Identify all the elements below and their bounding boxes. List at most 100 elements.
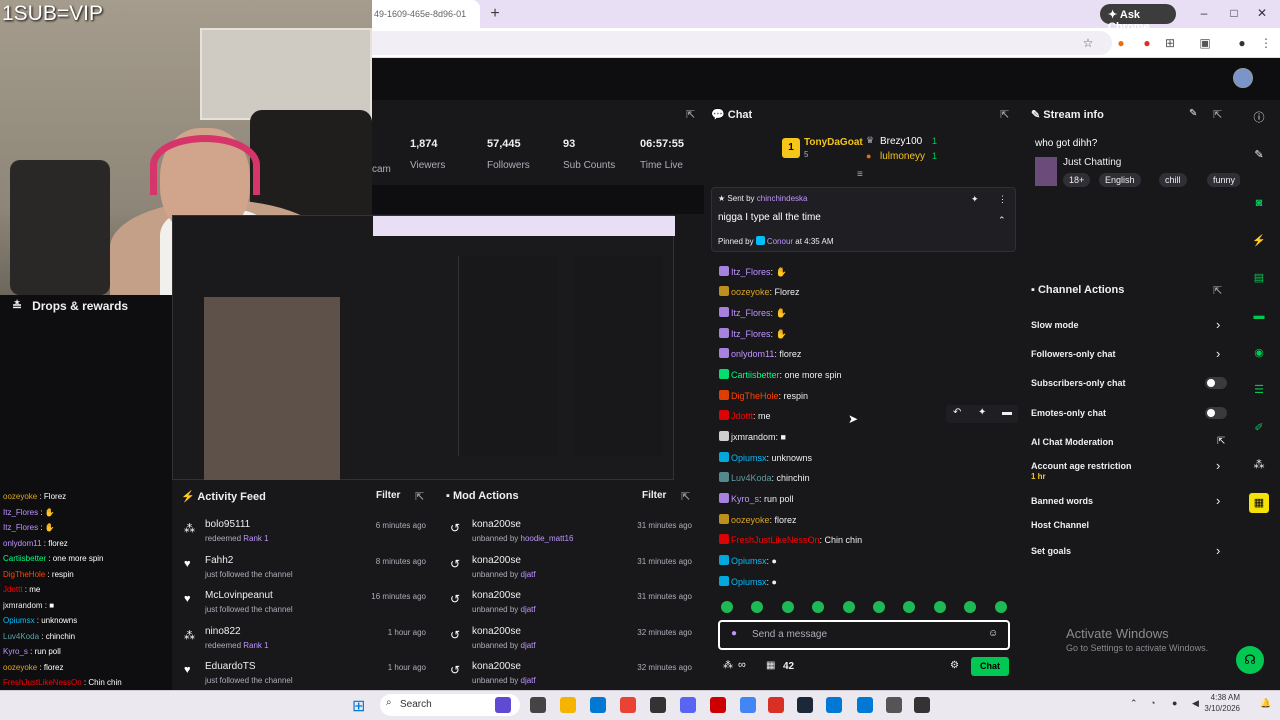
profile-icon[interactable]: ● [1235,36,1249,50]
mod-action-name[interactable]: kona200se [472,590,521,601]
notification-icon[interactable]: 🔔 [1260,698,1271,709]
browser-tab[interactable]: 49-1609-465e-8d96-01 [372,0,480,28]
chevron-up-icon[interactable]: ⌃ [998,215,1006,226]
external-link-icon[interactable]: ⇱ [1217,436,1225,447]
github-icon[interactable] [650,697,666,713]
chevron-right-icon[interactable]: › [1216,346,1220,361]
microphone-icon[interactable]: ● [731,628,737,639]
drops-rewards-link[interactable]: ≛ Drops & rewards [12,299,128,313]
popout-icon[interactable]: ⇱ [681,490,690,503]
help-icon[interactable]: ☊ [1236,646,1264,674]
photos-icon[interactable] [857,697,873,713]
drops-icon[interactable]: ⁂ [1251,457,1267,473]
stream-tag[interactable]: chill [1159,173,1187,187]
chat-username[interactable]: Kyro_s [3,647,28,656]
reply-icon[interactable]: ↶ [953,407,961,418]
gear-icon[interactable]: ⚙ [950,660,959,671]
emote-icon[interactable] [994,601,1007,613]
chat-username[interactable]: Itz_Flores [3,523,38,532]
emote-icon[interactable] [781,601,794,613]
file-explorer-icon[interactable] [560,697,576,713]
pin-icon[interactable]: ✦ [978,407,986,418]
close-window-button[interactable]: ✕ [1252,6,1272,22]
discord-icon[interactable] [680,697,696,713]
leaderboard-third[interactable]: lulmoneyy [880,151,925,162]
user-avatar[interactable] [1233,68,1253,88]
delete-icon[interactable]: ▬ [1002,407,1012,418]
stream-tag[interactable]: 18+ [1063,173,1091,187]
gift-icon[interactable]: ▦ [1249,493,1269,513]
chat-username[interactable]: Luv4Koda [731,473,772,483]
more-options-icon[interactable]: ⋮ [998,194,1007,205]
emoji-icon[interactable]: ☺ [988,628,998,639]
chat-send-button[interactable]: Chat [971,657,1009,676]
extension-icon[interactable]: ● [1140,36,1154,50]
side-panel-icon[interactable]: ▣ [1198,36,1212,50]
taskbar-date[interactable]: 3/10/2026 [1200,704,1240,713]
emote-icon[interactable] [873,601,885,613]
info-icon[interactable]: ⓘ [1251,110,1267,126]
chrome-icon[interactable] [620,697,636,713]
app-icon[interactable] [768,697,784,713]
activity-name[interactable]: McLovinpeanut [205,590,273,601]
chat-username[interactable]: DigTheHole [731,391,779,401]
edge-icon[interactable] [826,697,842,713]
chat-username[interactable]: onlydom11 [731,349,774,359]
pin-icon[interactable]: ✦ [971,194,979,205]
maximize-button[interactable]: □ [1224,6,1244,22]
chat-username[interactable]: jxmrandom [3,601,43,610]
stream-category[interactable]: Just Chatting [1063,157,1121,168]
emote-icon[interactable] [842,601,855,613]
infinity-icon[interactable]: ∞ [738,659,746,671]
leaderboard-first[interactable]: TonyDaGoat [804,137,863,148]
chat-username[interactable]: jxmrandom [731,432,776,442]
chevron-right-icon[interactable]: › [1216,543,1220,558]
chat-username[interactable]: Kyro_s [731,494,759,504]
extension-icon[interactable]: ● [1114,36,1128,50]
chat-bubble-icon[interactable]: ▬ [1251,308,1267,324]
document-icon[interactable]: ▤ [1251,270,1267,286]
wifi-icon[interactable]: ◔ [1150,698,1155,708]
chat-username[interactable]: Itz_Flores [3,508,38,517]
gift-icon[interactable]: ▦ [766,660,775,671]
ask-chrome-button[interactable]: ✦ Ask Chrome [1100,4,1176,33]
channel-action-label[interactable]: AI Chat Moderation [1031,437,1114,447]
chat-username[interactable]: onlydom11 [3,539,42,548]
chat-username[interactable]: oozeyoke [3,663,37,672]
popout-icon[interactable]: ⇱ [1213,284,1222,297]
edit-icon[interactable]: ✎ [1189,108,1197,119]
start-icon[interactable]: ⊞ [352,696,365,716]
mod-action-name[interactable]: kona200se [472,661,521,672]
mod-action-name[interactable]: kona200se [472,555,521,566]
leaderboard-second[interactable]: Brezy100 [880,136,922,147]
chat-username[interactable]: FreshJustLikeNessOn [3,678,82,687]
chat-username[interactable]: Luv4Koda [3,632,39,641]
new-tab-button[interactable]: + [486,5,504,23]
mod-action-name[interactable]: kona200se [472,626,521,637]
app-icon[interactable] [886,697,902,713]
microphone-icon[interactable]: ● [1172,698,1177,708]
chat-username[interactable]: Jdottt [3,585,23,594]
mod-action-name[interactable]: kona200se [472,519,521,530]
chat-username[interactable]: Opiumsx [731,556,767,566]
chat-username[interactable]: Itz_Flores [731,267,771,277]
chevron-right-icon[interactable]: › [1216,493,1220,508]
channel-action-label[interactable]: Host Channel [1031,520,1089,530]
minimize-button[interactable]: – [1194,6,1214,22]
popout-icon[interactable]: ⇱ [1213,108,1222,121]
channel-action-label[interactable]: Emotes-only chat [1031,408,1106,418]
chat-username[interactable]: oozeyoke [731,287,770,297]
chat-username[interactable]: Cartiisbetter [3,554,46,563]
copilot-icon[interactable] [495,697,511,713]
menu-icon[interactable]: ⋮ [1259,36,1273,50]
bookmark-star-icon[interactable]: ☆ [1081,36,1095,50]
app-icon[interactable] [914,697,930,713]
camera-icon[interactable]: ◙ [1251,195,1267,211]
puzzle-icon[interactable]: ⊞ [1163,36,1177,50]
wrench-icon[interactable]: ✐ [1251,420,1267,436]
chat-username[interactable]: Itz_Flores [731,329,771,339]
channel-action-label[interactable]: Account age restriction [1031,461,1132,471]
activity-name[interactable]: Fahh2 [205,555,233,566]
channel-action-label[interactable]: Subscribers-only chat [1031,378,1126,388]
chat-username[interactable]: Cartiisbetter [731,370,780,380]
